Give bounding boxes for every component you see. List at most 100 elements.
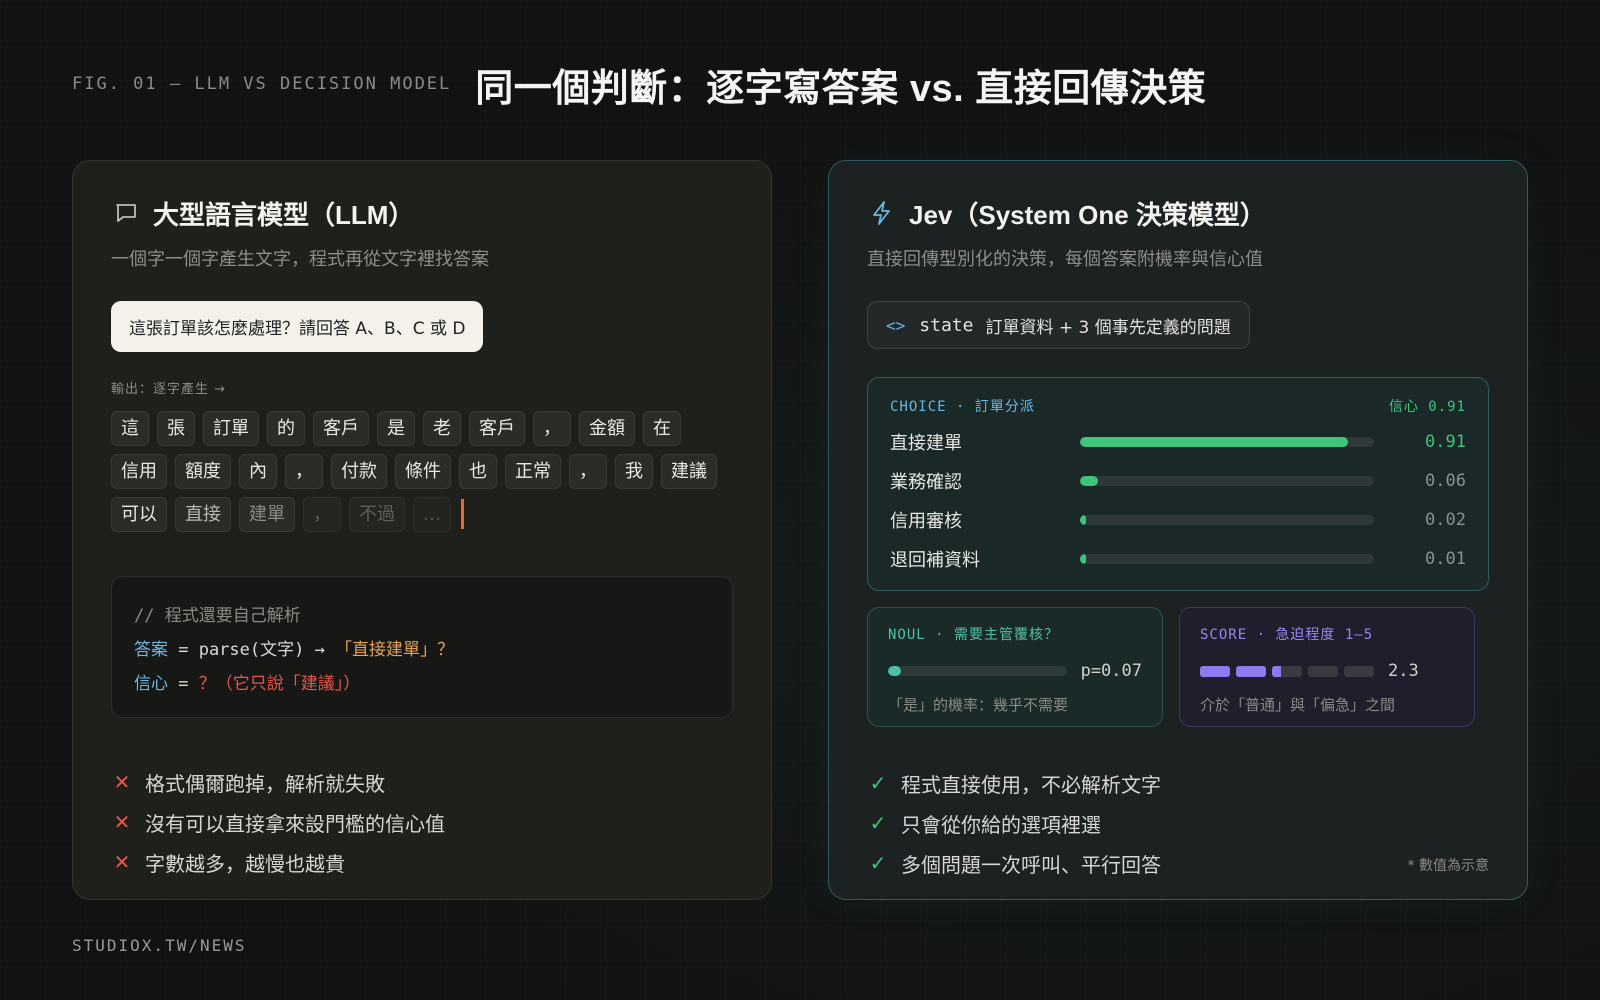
token: 這 xyxy=(111,411,149,446)
text-cursor xyxy=(461,499,464,529)
jev-card: Jev（System One 決策模型） 直接回傳型別化的決策，每個答案附機率與… xyxy=(828,160,1528,900)
choice-probability-bar xyxy=(1080,436,1374,447)
choice-option-name: 業務確認 xyxy=(890,471,962,493)
token: 付款 xyxy=(331,454,387,489)
choice-option-name: 退回補資料 xyxy=(890,549,980,571)
choice-option: 直接建單 0.91 xyxy=(890,422,1466,461)
code-var-confidence: 信心 xyxy=(134,674,168,694)
list-item: ✕ 字數越多，越慢也越貴 xyxy=(111,842,733,882)
token: 的 xyxy=(267,411,305,446)
choice-option-value: 0.91 xyxy=(1425,431,1466,452)
score-value: 2.3 xyxy=(1388,661,1419,681)
score-segments xyxy=(1200,665,1374,677)
noul-panel: NOUL · 需要主管覆核？ p=0.07 「是」的機率：幾乎不需要 xyxy=(867,607,1163,727)
choice-option: 業務確認 0.06 xyxy=(890,461,1466,500)
token: 不過 xyxy=(349,497,405,532)
page-title: 同一個判斷：逐字寫答案 vs. 直接回傳決策 xyxy=(475,67,1207,110)
token: ， xyxy=(285,454,323,489)
noul-label: NOUL · 需要主管覆核？ xyxy=(888,627,1060,643)
token: 是 xyxy=(377,411,415,446)
code-op: = xyxy=(168,674,199,694)
token: 張 xyxy=(157,411,195,446)
token: 信用 xyxy=(111,454,167,489)
llm-subtitle: 一個字一個字產生文字，程式再從文字裡找答案 xyxy=(111,249,489,270)
code-op: = parse(文字) → xyxy=(168,640,336,660)
choice-option-name: 信用審核 xyxy=(890,510,962,532)
token-stream: 這張訂單的客戶是老客戶，金額在信用 額度內，付款 條件也正常，我建議 可以 直接 建單，不… xyxy=(111,411,731,532)
code-comment: // 程式還要自己解析 xyxy=(134,606,301,626)
token: 客戶 xyxy=(313,411,369,446)
bullet-text: 字數越多，越慢也越貴 xyxy=(145,851,345,876)
list-item: ✓ 只會從你給的選項裡選 xyxy=(867,803,1489,843)
cross-icon: ✕ xyxy=(113,770,131,794)
noul-note: 「是」的機率：幾乎不需要 xyxy=(888,696,1069,714)
token: 也 xyxy=(459,454,497,489)
token: 額度 xyxy=(175,454,231,489)
choice-option-value: 0.06 xyxy=(1425,470,1466,491)
token: … xyxy=(413,497,451,532)
code-string: 「直接建單」？ xyxy=(335,640,455,660)
jev-subtitle: 直接回傳型別化的決策，每個答案附機率與信心值 xyxy=(867,249,1263,270)
list-item: ✓ 程式直接使用，不必解析文字 xyxy=(867,763,1489,803)
bullet-text: 沒有可以直接拿來設門檻的信心值 xyxy=(145,811,445,836)
token: 正常 xyxy=(505,454,561,489)
footer-url[interactable]: STUDIOX.TW/NEWS xyxy=(72,936,247,955)
score-label: SCORE · 急迫程度 1–5 xyxy=(1200,627,1374,643)
token: 直接 xyxy=(175,497,231,532)
score-segment xyxy=(1236,665,1266,677)
parse-code-block: // 程式還要自己解析 答案 = parse(文字) → 「直接建單」？ 信心 … xyxy=(111,576,733,718)
header: FIG. 01 — LLM VS DECISION MODEL 同一個判斷：逐字… xyxy=(72,58,1206,110)
code-unknown: ？（它只說「建議」） xyxy=(198,674,361,694)
token: ， xyxy=(533,411,571,446)
list-item: ✓ 多個問題一次呼叫、平行回答 xyxy=(867,843,1489,883)
token: 訂單 xyxy=(203,411,259,446)
token: 老 xyxy=(423,411,461,446)
noul-probability-bar xyxy=(888,666,1067,676)
llm-drawbacks: ✕ 格式偶爾跑掉，解析就失敗 ✕ 沒有可以直接拿來設門檻的信心值 ✕ 字數越多，越慢也… xyxy=(111,762,733,882)
list-item: ✕ 沒有可以直接拿來設門檻的信心值 xyxy=(111,802,733,842)
state-text: 訂單資料 + 3 個事先定義的問題 xyxy=(985,317,1231,338)
choice-option: 退回補資料 0.01 xyxy=(890,539,1466,578)
noul-value: p=0.07 xyxy=(1080,661,1142,681)
choice-option-name: 直接建單 xyxy=(890,432,962,454)
choice-panel: CHOICE · 訂單分派 信心 0.91 直接建單 0.91 業務確認 0.06 信用… xyxy=(867,377,1489,591)
cross-icon: ✕ xyxy=(113,810,131,834)
choice-option: 信用審核 0.02 xyxy=(890,500,1466,539)
token: ， xyxy=(569,454,607,489)
choice-probability-bar xyxy=(1080,475,1374,486)
state-keyword: state xyxy=(919,314,974,336)
token: 在 xyxy=(643,411,681,446)
choice-probability-bar xyxy=(1080,553,1374,564)
bullet-text: 多個問題一次呼叫、平行回答 xyxy=(901,852,1161,877)
jev-title: Jev（System One 決策模型） xyxy=(909,199,1266,230)
bullet-text: 只會從你給的選項裡選 xyxy=(901,812,1101,837)
lightning-icon xyxy=(867,198,897,228)
cross-icon: ✕ xyxy=(113,850,131,874)
score-segment xyxy=(1344,665,1374,677)
choice-confidence: 信心 0.91 xyxy=(1388,399,1466,415)
token: 我 xyxy=(615,454,653,489)
token: 可以 xyxy=(111,497,167,532)
choice-label: CHOICE · 訂單分派 xyxy=(890,399,1035,415)
token: 內 xyxy=(239,454,277,489)
check-icon: ✓ xyxy=(869,771,887,795)
output-label: 輸出：逐字產生 → xyxy=(111,382,227,397)
token: 建單 xyxy=(239,497,295,532)
code-brackets-icon: <> xyxy=(886,315,906,335)
score-segment xyxy=(1308,665,1338,677)
score-panel: SCORE · 急迫程度 1–5 2.3 介於「普通」與「偏急」之間 xyxy=(1179,607,1475,727)
figure-label: FIG. 01 — LLM VS DECISION MODEL xyxy=(72,74,452,94)
token: 金額 xyxy=(579,411,635,446)
token: 建議 xyxy=(661,454,717,489)
score-segment xyxy=(1272,665,1302,677)
state-pill: <> state 訂單資料 + 3 個事先定義的問題 xyxy=(867,301,1250,349)
choice-option-value: 0.01 xyxy=(1425,548,1466,569)
choice-probability-bar xyxy=(1080,514,1374,525)
token: ， xyxy=(303,497,341,532)
list-item: ✕ 格式偶爾跑掉，解析就失敗 xyxy=(111,762,733,802)
token: 客戶 xyxy=(469,411,525,446)
token: 條件 xyxy=(395,454,451,489)
jev-benefits: ✓ 程式直接使用，不必解析文字 ✓ 只會從你給的選項裡選 ✓ 多個問題一次呼叫、平行回… xyxy=(867,763,1489,883)
score-note: 介於「普通」與「偏急」之間 xyxy=(1200,696,1396,714)
bullet-text: 格式偶爾跑掉，解析就失敗 xyxy=(145,771,385,796)
